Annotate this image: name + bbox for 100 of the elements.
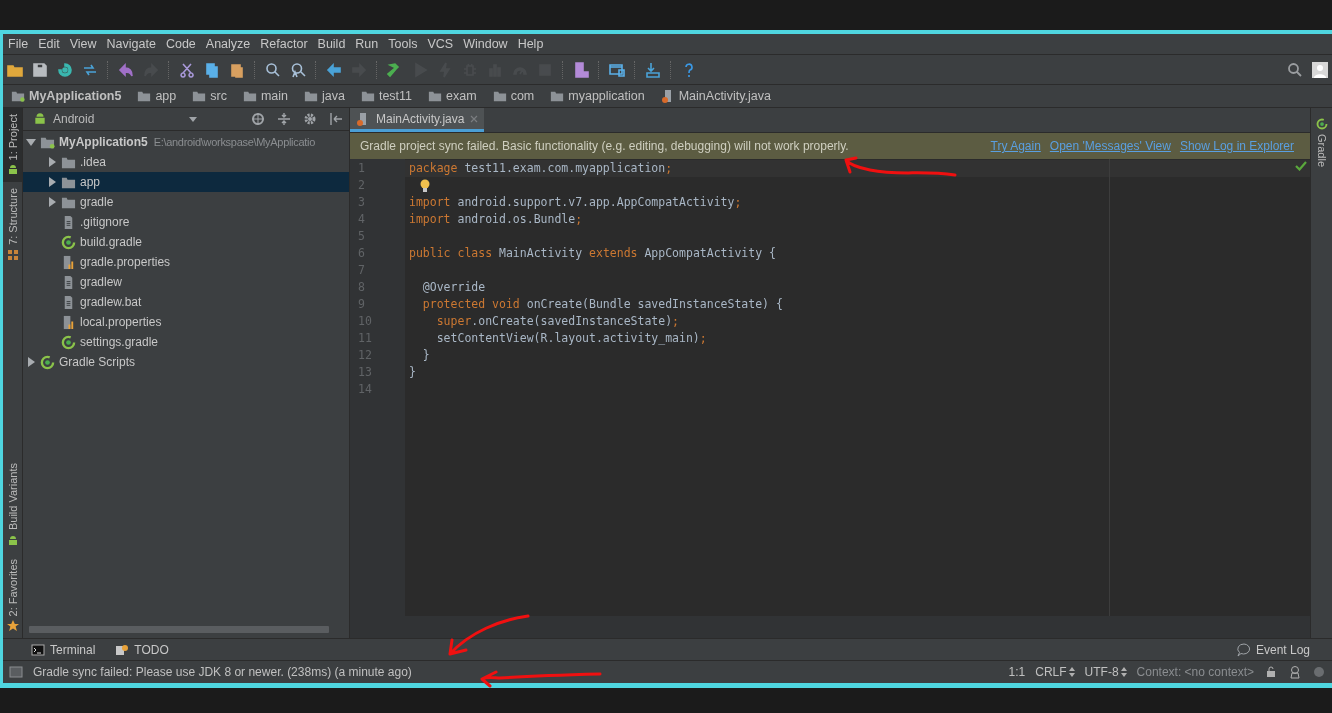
gradle-icon bbox=[40, 354, 55, 370]
tree-item[interactable]: .idea bbox=[23, 152, 349, 172]
star-icon bbox=[6, 620, 19, 632]
cursor-position[interactable]: 1:1 bbox=[1008, 665, 1026, 679]
collapsed-arrow-icon[interactable] bbox=[26, 357, 36, 367]
breadcrumb-item[interactable]: java bbox=[304, 89, 359, 103]
tree-item[interactable]: build.gradle bbox=[23, 232, 349, 252]
event-log-tab[interactable]: Event Log bbox=[1236, 642, 1310, 657]
line-separator-selector[interactable]: CRLF bbox=[1035, 665, 1075, 679]
menu-item[interactable]: Tools bbox=[388, 37, 418, 51]
lightbulb-icon[interactable] bbox=[419, 178, 431, 193]
code-line: import android.os.Bundle; bbox=[409, 211, 583, 228]
code-line: setContentView(R.layout.activity_main); bbox=[435, 330, 707, 347]
scissors-icon[interactable] bbox=[179, 61, 195, 78]
breadcrumb-item[interactable]: MyApplication5 bbox=[11, 89, 136, 103]
tree-item[interactable]: gradle.properties bbox=[23, 252, 349, 272]
copy-icon[interactable] bbox=[204, 61, 220, 78]
gradle-icon bbox=[1315, 118, 1328, 130]
scrollbar[interactable] bbox=[29, 626, 329, 633]
project-folder-icon bbox=[11, 89, 25, 103]
status-message: Gradle sync failed: Please use JDK 8 or newer. (238ms) (a minute ago) bbox=[33, 665, 412, 679]
lock-icon[interactable] bbox=[1264, 665, 1278, 679]
folder-icon bbox=[360, 89, 375, 103]
side-tab[interactable]: 1: Project bbox=[3, 108, 22, 183]
terminal-icon bbox=[31, 642, 45, 657]
tree-item[interactable]: Gradle Scripts bbox=[23, 352, 349, 372]
side-tab[interactable]: 2: Favorites bbox=[3, 552, 22, 638]
speech-bubble-icon bbox=[1236, 642, 1251, 657]
tree-item[interactable]: app bbox=[23, 172, 349, 192]
search-icon[interactable] bbox=[1287, 61, 1303, 78]
gradle-icon bbox=[61, 234, 76, 250]
android-icon bbox=[33, 112, 47, 126]
code-line: import android.support.v7.app.AppCompatActivity; bbox=[409, 194, 742, 211]
side-tab[interactable]: 7: Structure bbox=[3, 182, 22, 268]
tree-item[interactable]: .gitignore bbox=[23, 212, 349, 232]
tree-item[interactable]: gradlew bbox=[23, 272, 349, 292]
up-down-arrow-icon bbox=[1068, 667, 1075, 677]
circle-icon bbox=[1312, 665, 1326, 679]
breadcrumb-item[interactable]: app bbox=[137, 89, 191, 103]
encoding-selector[interactable]: UTF-8 bbox=[1084, 665, 1127, 679]
menu-item[interactable]: Build bbox=[317, 37, 346, 51]
context-indicator: Context: <no context> bbox=[1136, 665, 1254, 679]
replace-icon[interactable] bbox=[290, 61, 306, 78]
tool-window-tab[interactable]: TODO bbox=[115, 642, 169, 657]
folder-icon bbox=[428, 89, 443, 103]
code-line: } bbox=[409, 364, 416, 381]
menu-item[interactable]: Edit bbox=[38, 37, 60, 51]
breadcrumb-item[interactable]: MainActivity.java bbox=[660, 89, 785, 103]
side-tab[interactable]: Gradle bbox=[1311, 108, 1332, 178]
code-line: @Override bbox=[421, 279, 486, 296]
menu-item[interactable]: Code bbox=[165, 37, 196, 51]
menu-item[interactable]: File bbox=[8, 37, 29, 51]
menu-item[interactable]: Run bbox=[355, 37, 379, 51]
target-icon[interactable] bbox=[251, 112, 265, 126]
save-icon[interactable] bbox=[32, 61, 48, 78]
panel-toggle-icon[interactable] bbox=[9, 665, 23, 679]
back-arrow-icon[interactable] bbox=[326, 61, 342, 78]
breadcrumb-item[interactable]: myapplication bbox=[550, 89, 659, 103]
menu-item[interactable]: Navigate bbox=[106, 37, 156, 51]
code-line: protected void onCreate(Bundle savedInstanceState) { bbox=[421, 296, 783, 313]
tree-item[interactable]: local.properties bbox=[23, 312, 349, 332]
expanded-arrow-icon[interactable] bbox=[26, 137, 36, 147]
side-tab[interactable]: Build Variants bbox=[3, 457, 22, 553]
tree-item[interactable]: MyApplication5 E:\android\workspase\MyApplicatio bbox=[23, 132, 349, 152]
breadcrumb-item[interactable]: src bbox=[192, 89, 241, 103]
inspector-icon[interactable] bbox=[1288, 665, 1302, 679]
paste-icon[interactable] bbox=[229, 61, 245, 78]
menu-item[interactable]: Window bbox=[463, 37, 508, 51]
collapse-all-icon[interactable] bbox=[277, 112, 291, 126]
tree-item[interactable]: gradle bbox=[23, 192, 349, 212]
breadcrumb-item[interactable]: main bbox=[242, 89, 302, 103]
tree-item[interactable]: settings.gradle bbox=[23, 332, 349, 352]
code-line: public class MainActivity extends AppCompatActivity { bbox=[409, 245, 776, 262]
menu-item[interactable]: View bbox=[69, 37, 97, 51]
menu-item[interactable]: Refactor bbox=[260, 37, 308, 51]
breadcrumb-item[interactable]: com bbox=[492, 89, 549, 103]
code-line: package test11.exam.com.myapplication; bbox=[409, 160, 673, 177]
menu-item[interactable]: Analyze bbox=[205, 37, 251, 51]
breadcrumb-item[interactable]: test11 bbox=[360, 89, 427, 103]
view-selector[interactable]: Android bbox=[53, 112, 183, 126]
dropdown-arrow-icon[interactable] bbox=[189, 116, 197, 122]
search-icon[interactable] bbox=[265, 61, 281, 78]
folder-icon bbox=[550, 89, 565, 103]
hide-panel-icon[interactable] bbox=[329, 112, 343, 126]
sync-icon[interactable] bbox=[57, 61, 73, 78]
menu-item[interactable]: VCS bbox=[427, 37, 454, 51]
properties-file-icon bbox=[61, 314, 76, 330]
android-icon bbox=[6, 164, 19, 177]
undo-icon[interactable] bbox=[118, 61, 134, 78]
avatar-icon[interactable] bbox=[1312, 61, 1328, 78]
code-line: } bbox=[421, 347, 430, 364]
android-icon bbox=[6, 534, 19, 547]
menu-item[interactable]: Help bbox=[517, 37, 544, 51]
checkmark-icon bbox=[1295, 161, 1307, 171]
editor-tab[interactable]: MainActivity.java bbox=[350, 108, 485, 132]
tool-window-tab[interactable]: Terminal bbox=[31, 642, 96, 657]
tree-item[interactable]: gradlew.bat bbox=[23, 292, 349, 312]
folder-icon bbox=[242, 89, 257, 103]
breadcrumb-item[interactable]: exam bbox=[428, 89, 491, 103]
window-icon[interactable] bbox=[609, 61, 625, 78]
